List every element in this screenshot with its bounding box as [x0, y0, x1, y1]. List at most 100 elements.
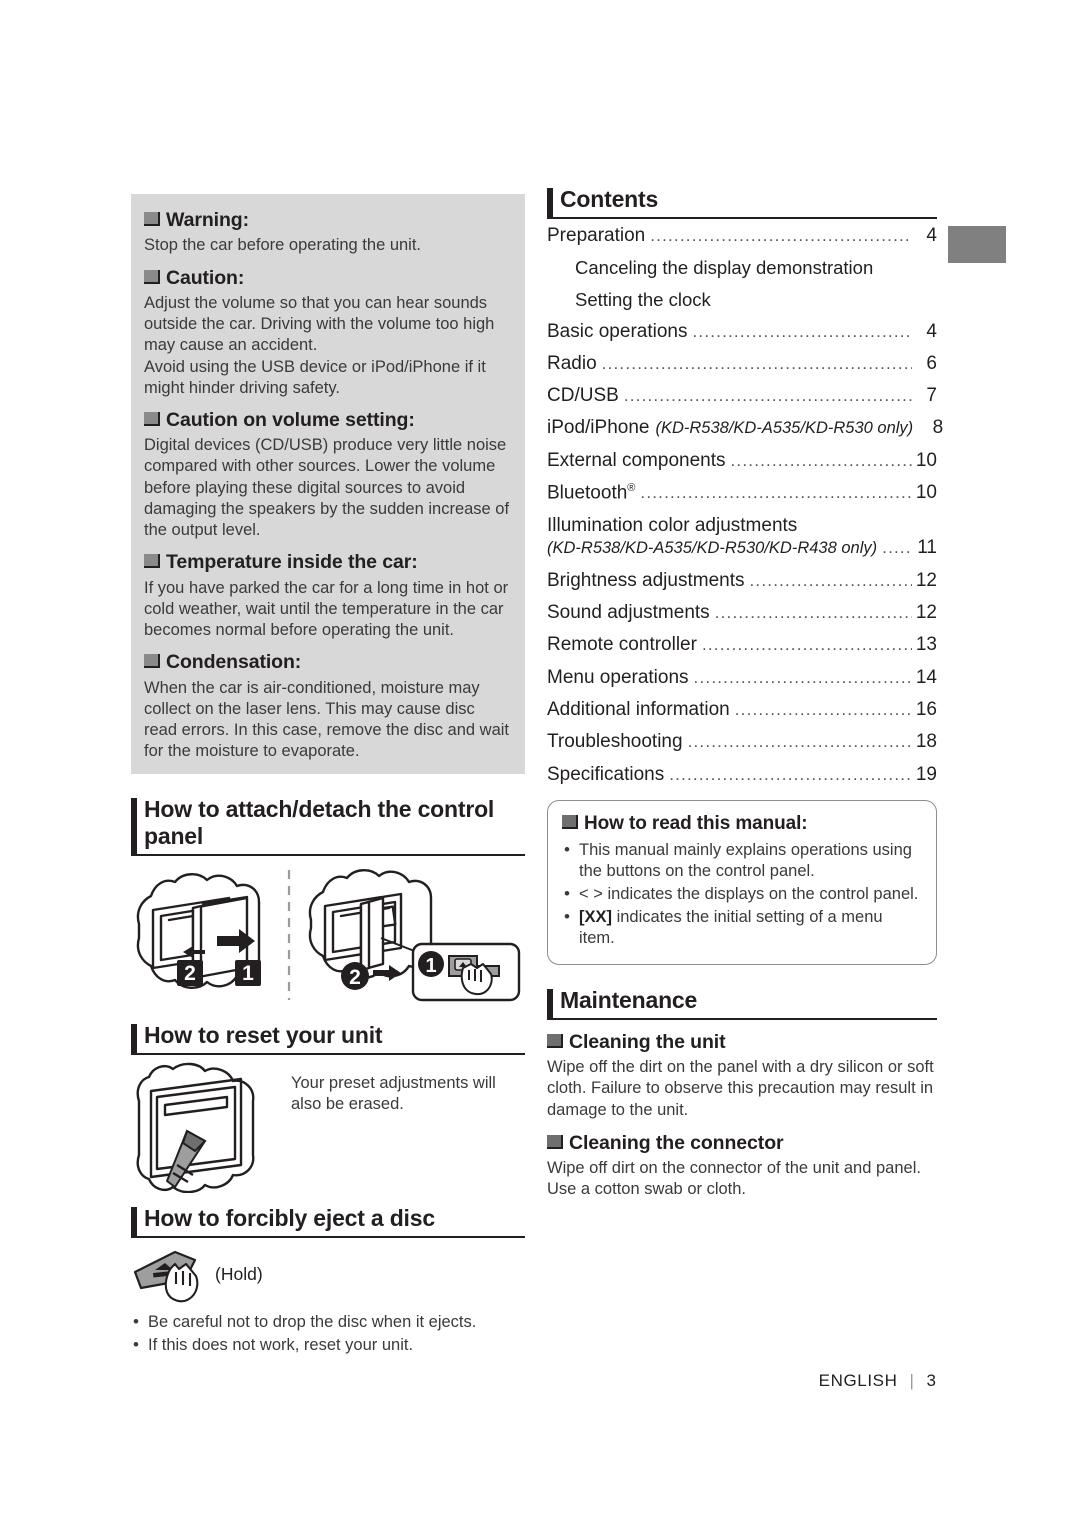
- toc-label: Preparation: [547, 224, 646, 246]
- toc-leader-dots: ........................................…: [734, 699, 912, 719]
- svg-text:2: 2: [184, 962, 196, 985]
- square-bullet-icon: [144, 269, 160, 284]
- how-to-read-bullet-list: This manual mainly explains operations u…: [562, 839, 922, 949]
- toc-page-number: 8: [932, 417, 944, 439]
- caution-paragraph-1: Adjust the volume so that you can hear s…: [144, 293, 495, 355]
- reset-pin-icon: [166, 1129, 207, 1188]
- toc-entry-additional-information[interactable]: Additional information .................…: [547, 699, 937, 722]
- toc-leader-dots: ........................................…: [669, 764, 912, 784]
- section-attach-detach-title: How to attach/detach the control panel: [144, 796, 495, 850]
- toc-entry-bluetooth[interactable]: Bluetooth® .............................…: [547, 482, 937, 505]
- eject-bullet-list: Be careful not to drop the disc when it …: [131, 1311, 525, 1356]
- section-reset-title-bar: How to reset your unit: [131, 1022, 525, 1055]
- how-to-read-heading: How to read this manual:: [562, 812, 922, 836]
- temperature-text: If you have parked the car for a long ti…: [144, 578, 509, 639]
- toc-page-number: 7: [926, 385, 937, 407]
- hand-pointer-icon: [164, 1262, 199, 1303]
- square-bullet-icon: [562, 815, 578, 830]
- toc-page-number: 19: [915, 763, 937, 785]
- toc-label: Basic operations: [547, 320, 688, 342]
- table-of-contents: Preparation ............................…: [547, 225, 943, 787]
- section-reset: How to reset your unit Your preset adjus…: [131, 1022, 525, 1193]
- list-item: [XX] indicates the initial setting of a …: [562, 906, 922, 949]
- square-bullet-icon: [144, 212, 160, 226]
- section-eject-title: How to forcibly eject a disc: [144, 1204, 435, 1231]
- list-item: If this does not work, reset your unit.: [131, 1334, 525, 1356]
- toc-label: Illumination color adjustments: [547, 514, 798, 536]
- toc-model-note: (KD-R538/KD-A535/KD-R530/KD-R438 only): [547, 539, 878, 558]
- toc-leader-dots: ........................................…: [687, 732, 912, 752]
- manual-page: Warning: Stop the car before operating t…: [0, 0, 1080, 1532]
- toc-entry-illumination[interactable]: Illumination color adjustments (KD-R538/…: [547, 515, 937, 561]
- toc-page-number: 18: [915, 731, 937, 753]
- initial-setting-marker: [XX]: [579, 907, 612, 926]
- condensation-heading: Condensation:: [144, 650, 512, 674]
- toc-entry-troubleshooting[interactable]: Troubleshooting ........................…: [547, 731, 937, 754]
- toc-entry-specifications[interactable]: Specifications .........................…: [547, 764, 937, 787]
- reset-note: Your preset adjustments will also be era…: [291, 1073, 496, 1114]
- svg-text:1: 1: [425, 955, 436, 977]
- toc-label: Specifications: [547, 763, 665, 785]
- toc-label: Radio: [547, 352, 597, 374]
- volume-caution-text: Digital devices (CD/USB) produce very li…: [144, 436, 510, 539]
- cleaning-connector-heading-text: Cleaning the connector: [569, 1131, 784, 1154]
- section-attach-detach: How to attach/detach the control panel 2…: [131, 796, 525, 1006]
- eject-hold-label: (Hold): [215, 1263, 263, 1284]
- toc-leader-dots: ......: [882, 538, 912, 558]
- cleaning-unit-heading-text: Cleaning the unit: [569, 1030, 726, 1053]
- toc-leader-dots: ........................................…: [730, 450, 913, 470]
- toc-entry-cd-usb[interactable]: CD/USB .................................…: [547, 385, 937, 408]
- reset-illustration: [136, 1062, 255, 1193]
- temperature-heading-text: Temperature inside the car:: [166, 551, 418, 574]
- toc-subentry-setting-clock[interactable]: Setting the clock: [575, 289, 937, 311]
- toc-page-number: 4: [926, 224, 937, 246]
- section-eject-title-bar: How to forcibly eject a disc: [131, 1205, 525, 1238]
- svg-text:1: 1: [242, 962, 254, 985]
- footer-language: ENGLISH: [818, 1371, 898, 1390]
- toc-leader-dots: ........................................…: [701, 635, 912, 655]
- section-maintenance: Maintenance Cleaning the unit Wipe off t…: [547, 987, 937, 1201]
- toc-entry-brightness[interactable]: Brightness adjustments .................…: [547, 570, 937, 593]
- how-to-read-heading-text: How to read this manual:: [584, 813, 808, 835]
- square-bullet-icon: [144, 554, 160, 569]
- attach-detach-figure: 2 1 2 1: [131, 864, 525, 1006]
- toc-entry-radio[interactable]: Radio ..................................…: [547, 353, 937, 376]
- caution-paragraph-2: Avoid using the USB device or iPod/iPhon…: [144, 357, 486, 397]
- toc-entry-preparation[interactable]: Preparation ............................…: [547, 225, 937, 248]
- page-footer: ENGLISH | 3: [0, 1371, 936, 1391]
- list-item: Be careful not to drop the disc when it …: [131, 1311, 525, 1333]
- condensation-heading-text: Condensation:: [166, 651, 302, 674]
- cleaning-connector-heading: Cleaning the connector: [547, 1131, 937, 1155]
- toc-page-number: 14: [915, 666, 937, 688]
- volume-caution-heading-text: Caution on volume setting:: [166, 408, 415, 431]
- hand-pointer-icon: [460, 963, 493, 996]
- warning-text: Stop the car before operating the unit.: [144, 236, 422, 255]
- warning-heading-text: Warning:: [166, 209, 249, 231]
- toc-page-number: 6: [926, 352, 937, 374]
- toc-subentry-canceling-demo[interactable]: Canceling the display demonstration: [575, 257, 937, 279]
- cleaning-unit-heading: Cleaning the unit: [547, 1030, 937, 1054]
- toc-page-number: 10: [915, 449, 937, 471]
- section-contents: Contents Preparation ...................…: [547, 186, 943, 787]
- square-bullet-icon: [144, 654, 160, 669]
- toc-label: Sound adjustments: [547, 602, 710, 624]
- toc-page-number: 11: [917, 537, 937, 559]
- toc-page-number: 12: [915, 569, 937, 591]
- list-item: < > indicates the displays on the contro…: [562, 883, 922, 905]
- page-edge-tab-marker: [948, 226, 1006, 263]
- temperature-heading: Temperature inside the car:: [144, 550, 512, 574]
- toc-page-number: 10: [915, 482, 937, 504]
- toc-label: CD/USB: [547, 385, 619, 407]
- toc-entry-external-components[interactable]: External components ....................…: [547, 450, 937, 473]
- right-column: Contents Preparation ...................…: [547, 186, 943, 1201]
- toc-label: Brightness adjustments: [547, 569, 745, 591]
- toc-entry-sound[interactable]: Sound adjustments ......................…: [547, 602, 937, 625]
- toc-entry-basic-operations[interactable]: Basic operations .......................…: [547, 321, 937, 344]
- toc-leader-dots: ........................................…: [650, 225, 912, 245]
- toc-entry-remote-controller[interactable]: Remote controller ......................…: [547, 634, 937, 657]
- toc-entry-ipod-iphone[interactable]: iPod/iPhone (KD-R538/KD-A535/KD-R530 onl…: [547, 417, 943, 440]
- toc-leader-dots: ........................................…: [601, 353, 912, 373]
- maintenance-title-bar: Maintenance: [547, 987, 937, 1020]
- toc-entry-menu-operations[interactable]: Menu operations ........................…: [547, 667, 937, 690]
- toc-label: Remote controller: [547, 634, 697, 656]
